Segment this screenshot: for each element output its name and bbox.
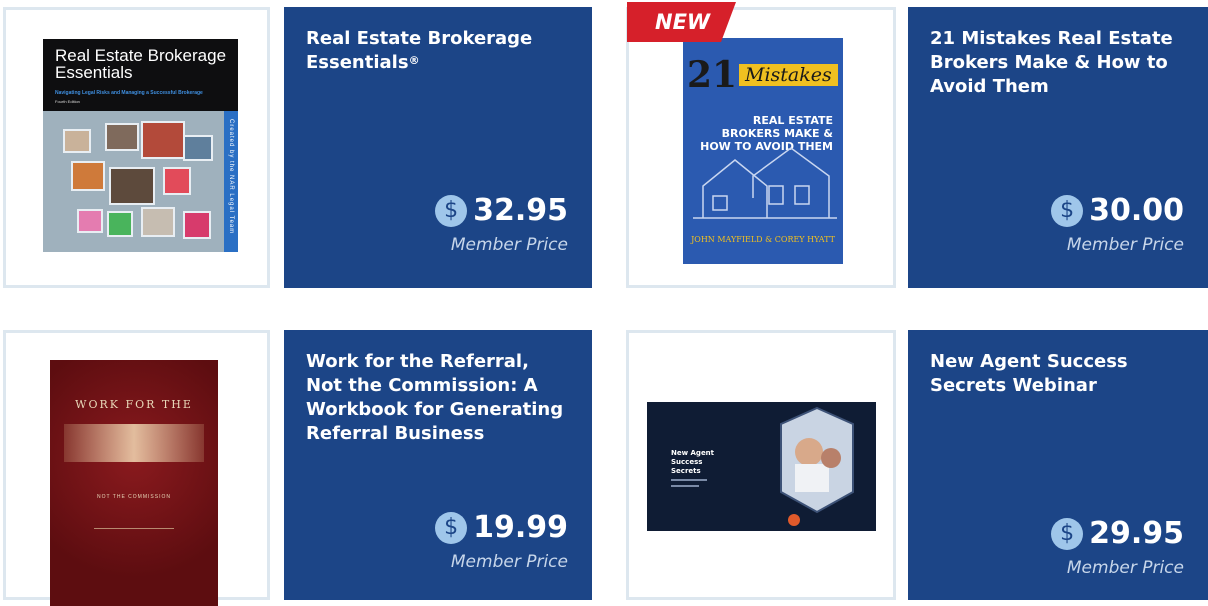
cover-photo-tile — [183, 135, 213, 161]
product-info-card[interactable]: New Agent Success Secrets Webinar $ 29.9… — [908, 330, 1208, 600]
product-info-card[interactable]: Work for the Referral, Not the Commissio… — [284, 330, 592, 600]
price-value: 30.00 — [1089, 193, 1184, 228]
product-title[interactable]: New Agent Success Secrets Webinar — [930, 350, 1190, 398]
cover-subtitle: Navigating Legal Risks and Managing a Su… — [55, 90, 203, 96]
member-price-label: Member Price — [1066, 235, 1184, 255]
webinar-thumbnail[interactable]: New Agent Success Secrets — [647, 402, 876, 531]
cover-photo-tile — [77, 209, 103, 233]
cover-photo-tile — [163, 167, 191, 195]
dollar-circle-icon: $ — [1051, 194, 1084, 227]
cover-photo-tile — [71, 161, 105, 191]
cover-subtitle: NOT THE COMMISSION — [97, 494, 171, 500]
dollar-circle-icon: $ — [1051, 517, 1084, 550]
price-value: 19.99 — [473, 510, 568, 545]
price-row: $ 19.99 — [435, 510, 568, 545]
cover-title-band: Real Estate Brokerage Essentials Navigat… — [43, 39, 238, 111]
cover-script-brush — [64, 424, 204, 462]
cover-rule — [94, 528, 174, 529]
price-row: $ 32.95 — [435, 193, 568, 228]
product-info-card[interactable]: 21 Mistakes Real Estate Brokers Make & H… — [908, 7, 1208, 288]
member-price-label: Member Price — [450, 235, 568, 255]
product-title[interactable]: 21 Mistakes Real Estate Brokers Make & H… — [930, 27, 1190, 99]
cover-photo-tile — [63, 129, 91, 153]
book-cover-image[interactable]: Real Estate Brokerage Essentials Navigat… — [43, 39, 238, 252]
cover-photo-tile — [183, 211, 211, 239]
product-title[interactable]: Real Estate Brokerage Essentials® — [306, 27, 566, 75]
price-value: 29.95 — [1089, 516, 1184, 551]
product-image-card[interactable]: Real Estate Brokerage Essentials Navigat… — [3, 7, 270, 288]
product-info-card[interactable]: Real Estate Brokerage Essentials® $ 32.9… — [284, 7, 592, 288]
product-image-card[interactable]: 21 Mistakes REAL ESTATE BROKERS MAKE & H… — [626, 2, 896, 288]
product-image-card[interactable]: New Agent Success Secrets — [626, 330, 896, 600]
cover-title: Real Estate Brokerage Essentials — [55, 46, 227, 82]
price-row: $ 30.00 — [1051, 193, 1184, 228]
hexagon-photo — [780, 406, 854, 526]
cover-photo-tile — [107, 211, 133, 237]
registered-mark: ® — [408, 54, 420, 67]
house-illustration — [693, 147, 837, 219]
cover-title: WORK FOR THE — [75, 398, 193, 411]
cover-photo-tile — [109, 167, 155, 205]
product-image-card[interactable]: WORK FOR THE NOT THE COMMISSION — [3, 330, 270, 606]
price-row: $ 29.95 — [1051, 516, 1184, 551]
book-cover-image[interactable]: WORK FOR THE NOT THE COMMISSION — [50, 360, 218, 606]
product-title[interactable]: Work for the Referral, Not the Commissio… — [306, 350, 566, 446]
dollar-circle-icon: $ — [435, 511, 468, 544]
cover-photo-tile — [141, 121, 185, 159]
member-price-label: Member Price — [450, 552, 568, 572]
member-price-label: Member Price — [1066, 558, 1184, 578]
cover-photo-tile — [105, 123, 139, 151]
price-value: 32.95 — [473, 193, 568, 228]
book-cover-image[interactable]: 21 Mistakes REAL ESTATE BROKERS MAKE & H… — [683, 38, 843, 264]
dollar-circle-icon: $ — [435, 194, 468, 227]
cover-photo-tile — [141, 207, 175, 237]
new-badge: NEW — [655, 10, 711, 34]
cover-edition: Fourth Edition — [55, 99, 80, 104]
cover-authors: JOHN MAYFIELD & COREY HYATT — [691, 235, 835, 244]
cover-side-text: Created by the NAR Legal Team — [228, 119, 234, 235]
